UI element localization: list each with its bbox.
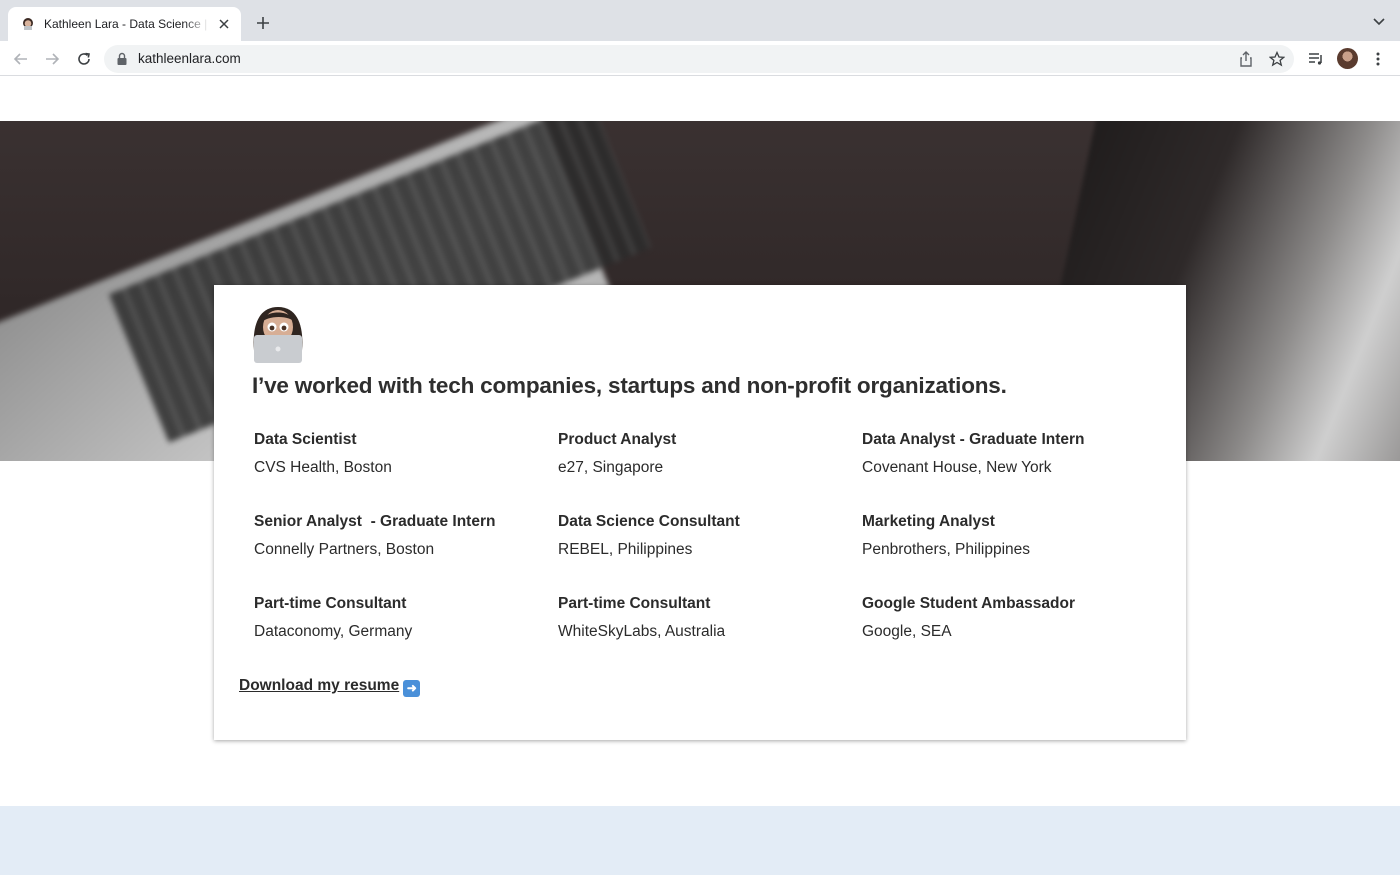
close-tab-icon[interactable]: [215, 15, 233, 33]
new-tab-icon[interactable]: [252, 12, 274, 34]
browser-tab-bar: Kathleen Lara - Data Science |: [0, 0, 1400, 41]
job-title: Part-time Consultant: [558, 595, 711, 612]
address-bar[interactable]: kathleenlara.com: [104, 45, 1294, 73]
download-resume-link[interactable]: Download my resume ➜: [239, 677, 421, 697]
job-item: Data Analyst - Graduate Intern Covenant …: [862, 431, 1152, 477]
lock-icon: [116, 52, 130, 66]
more-menu-icon[interactable]: [1368, 49, 1388, 69]
job-organization: Connelly Partners, Boston: [254, 541, 435, 558]
job-organization: Penbrothers, Philippines: [862, 541, 1031, 558]
back-icon[interactable]: [10, 48, 32, 70]
profile-avatar[interactable]: [1337, 48, 1358, 69]
job-organization: Covenant House, New York: [862, 459, 1052, 476]
job-item: Marketing Analyst Penbrothers, Philippin…: [862, 513, 1152, 559]
job-title: Product Analyst: [558, 431, 677, 448]
job-item: Data Science Consultant REBEL, Philippin…: [558, 513, 848, 559]
job-organization: WhiteSkyLabs, Australia: [558, 623, 726, 640]
page-headline: I’ve worked with tech companies, startup…: [252, 373, 1007, 398]
job-organization: REBEL, Philippines: [558, 541, 693, 558]
chevron-down-icon[interactable]: [1372, 14, 1388, 30]
footer-band: [0, 806, 1400, 875]
tab-title: Kathleen Lara - Data Science |: [44, 17, 208, 31]
download-resume-label: Download my resume: [239, 677, 400, 694]
job-title: Data Analyst - Graduate Intern: [862, 431, 1085, 448]
job-item: Part-time Consultant Dataconomy, Germany: [254, 595, 544, 641]
browser-toolbar: kathleenlara.com: [0, 41, 1400, 76]
url-text: kathleenlara.com: [138, 51, 241, 66]
job-title: Data Science Consultant: [558, 513, 740, 530]
job-item: Product Analyst e27, Singapore: [558, 431, 848, 477]
right-arrow-icon: ➜: [403, 680, 421, 697]
browser-tab[interactable]: Kathleen Lara - Data Science |: [8, 7, 241, 41]
media-queue-icon[interactable]: [1306, 49, 1326, 69]
job-title: Google Student Ambassador: [862, 595, 1076, 612]
bookmark-star-icon[interactable]: [1268, 50, 1286, 68]
job-title: Data Scientist: [254, 431, 357, 448]
job-item: Senior Analyst - Graduate Intern Connell…: [254, 513, 544, 559]
job-organization: CVS Health, Boston: [254, 459, 392, 476]
memoji-avatar: [247, 297, 309, 363]
share-icon[interactable]: [1237, 50, 1255, 68]
job-title: Marketing Analyst: [862, 513, 995, 530]
job-item: Data Scientist CVS Health, Boston: [254, 431, 544, 477]
job-title: Part-time Consultant: [254, 595, 407, 612]
experience-card: I’ve worked with tech companies, startup…: [214, 285, 1186, 740]
reload-icon[interactable]: [73, 48, 95, 70]
job-organization: Dataconomy, Germany: [254, 623, 413, 640]
job-organization: e27, Singapore: [558, 459, 664, 476]
job-item: Google Student Ambassador Google, SEA: [862, 595, 1152, 641]
job-title: Senior Analyst - Graduate Intern: [254, 513, 496, 530]
job-item: Part-time Consultant WhiteSkyLabs, Austr…: [558, 595, 848, 641]
memoji-favicon-icon: [20, 16, 36, 32]
forward-icon[interactable]: [41, 48, 63, 70]
job-organization: Google, SEA: [862, 623, 952, 640]
